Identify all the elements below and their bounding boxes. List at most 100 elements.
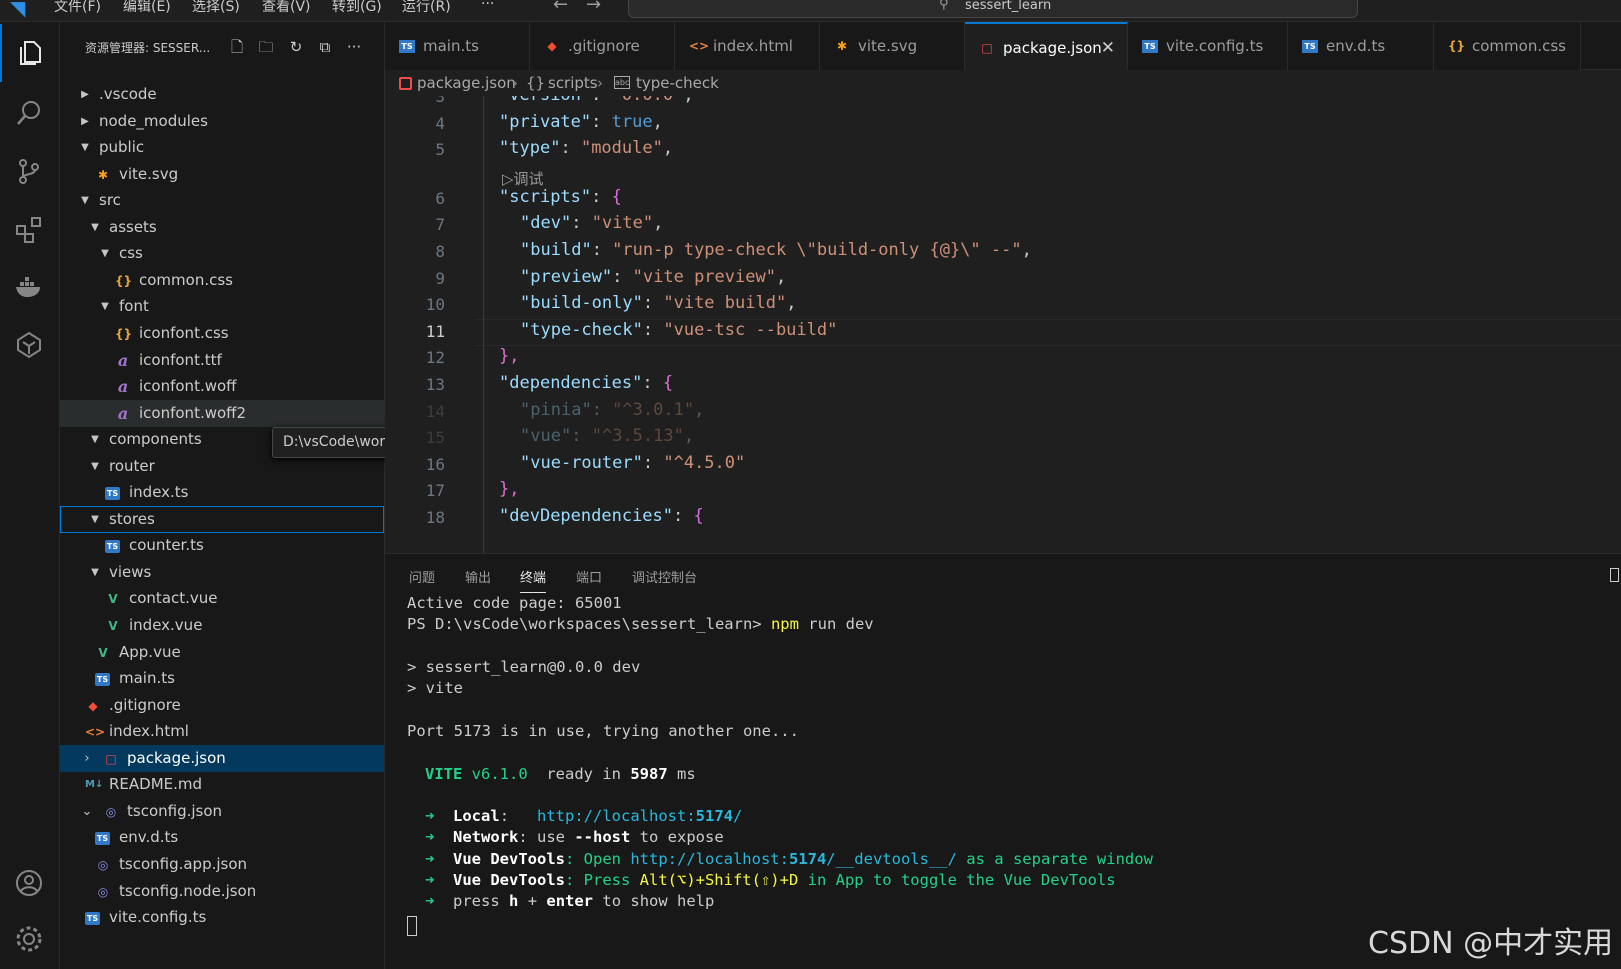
tree-item[interactable]: TS vite.config.ts: [60, 904, 384, 931]
maximize-panel-icon[interactable]: [1610, 568, 1619, 582]
menu-file[interactable]: 文件(F): [54, 0, 101, 16]
tree-item[interactable]: Vindex.vue: [60, 612, 384, 639]
tab-ports[interactable]: 端口: [576, 567, 602, 586]
breadcrumb-section[interactable]: scripts: [548, 70, 598, 96]
tab-debug-console[interactable]: 调试控制台: [632, 567, 697, 586]
more-actions-icon[interactable]: ···: [345, 38, 363, 56]
close-icon[interactable]: ✕: [1101, 24, 1115, 72]
editor-tab[interactable]: ◆ .gitignore: [530, 22, 675, 70]
chevron-down-icon[interactable]: ▼: [78, 134, 92, 161]
manage-button[interactable]: [0, 910, 60, 968]
forward-arrow-icon[interactable]: →: [586, 0, 601, 15]
chevron-down-icon[interactable]: ▼: [78, 187, 92, 214]
command-center-text: sessert_learn: [965, 0, 1052, 13]
menu-view[interactable]: 查看(V): [262, 0, 311, 16]
editor-tab[interactable]: TS vite.config.ts: [1128, 22, 1288, 70]
tree-item-label: README.md: [109, 775, 203, 794]
code-line: "type": "module",: [499, 138, 674, 159]
watermark: CSDN @中才实用: [1368, 926, 1614, 961]
editor-tab[interactable]: TS env.d.ts: [1288, 22, 1434, 70]
search-button[interactable]: [0, 84, 60, 142]
tab-terminal[interactable]: 终端: [520, 567, 547, 593]
tree-item[interactable]: › □ package.json: [60, 744, 384, 772]
tree-item[interactable]: ✱ vite.svg: [60, 161, 384, 188]
extensions-button[interactable]: [0, 200, 60, 258]
new-file-icon[interactable]: 🗋: [228, 38, 246, 56]
tree-item[interactable]: ▼ src: [60, 187, 384, 214]
tree-item[interactable]: TS main.ts: [60, 665, 384, 692]
tree-item[interactable]: V App.vue: [60, 639, 384, 666]
tree-item[interactable]: a iconfont.ttf: [60, 347, 384, 374]
chevron-right-icon[interactable]: ▶: [78, 81, 92, 108]
collapse-all-icon[interactable]: ⧉: [316, 38, 334, 56]
editor-tab[interactable]: <> index.html: [675, 22, 820, 70]
tree-item[interactable]: ▼ views: [60, 559, 384, 586]
tree-item[interactable]: {} common.css: [60, 267, 384, 294]
chevron-down-icon[interactable]: ⌄: [80, 798, 94, 825]
menu-go[interactable]: 转到(G): [332, 0, 382, 16]
source-control-icon: [19, 159, 39, 184]
tab-output[interactable]: 输出: [465, 567, 491, 586]
remote-explorer-button[interactable]: [0, 316, 60, 374]
chevron-down-icon[interactable]: ▼: [88, 506, 102, 533]
tree-item[interactable]: ▶ .vscode: [60, 81, 384, 108]
tree-item[interactable]: a iconfont.woff: [60, 373, 384, 400]
explorer-button[interactable]: [0, 24, 60, 82]
chevron-right-icon[interactable]: ›: [80, 745, 94, 772]
tree-item[interactable]: TS env.d.ts: [60, 824, 384, 851]
tree-item[interactable]: ◎ tsconfig.app.json: [60, 851, 384, 878]
chevron-down-icon[interactable]: ▼: [88, 214, 102, 241]
tree-item-label: css: [119, 244, 143, 263]
breadcrumb-item[interactable]: type-check: [636, 70, 719, 96]
tree-item-label: env.d.ts: [119, 828, 179, 847]
menu-edit[interactable]: 编辑(E): [123, 0, 171, 16]
tree-item[interactable]: Vcontact.vue: [60, 585, 384, 612]
bottom-panel: 问题 输出 终端 端口 调试控制台 Active code page: 6500…: [385, 553, 1621, 969]
line-number: 16: [425, 454, 445, 474]
editor-tab[interactable]: {} common.css: [1434, 22, 1581, 70]
editor-tab[interactable]: □ package.json ✕: [965, 22, 1128, 70]
new-folder-icon[interactable]: 🗀: [257, 38, 275, 56]
back-arrow-icon[interactable]: ←: [553, 0, 568, 15]
chevron-down-icon[interactable]: ▼: [88, 453, 102, 480]
breadcrumb-file[interactable]: package.json: [417, 70, 516, 96]
refresh-icon[interactable]: ↻: [287, 38, 305, 56]
tree-item[interactable]: a iconfont.woff2: [60, 399, 384, 427]
search-icon: ⚲: [939, 0, 949, 12]
menu-run[interactable]: 运行(R): [402, 0, 451, 16]
tab-problems[interactable]: 问题: [409, 567, 435, 586]
tree-item[interactable]: M↓ README.md: [60, 771, 384, 798]
code-line: "devDependencies": {: [499, 506, 704, 526]
chevron-down-icon[interactable]: ▼: [88, 426, 102, 453]
chevron-down-icon[interactable]: ▼: [88, 559, 102, 586]
tree-item[interactable]: <> index.html: [60, 718, 384, 745]
source-control-button[interactable]: [0, 142, 60, 200]
chevron-down-icon[interactable]: ▼: [98, 293, 112, 320]
code-editor[interactable]: 3 "version": "0.0.0", 4 "private": true, 5 "t…: [385, 96, 1621, 553]
tree-item[interactable]: ◆ .gitignore: [60, 692, 384, 719]
tree-item[interactable]: ◎ tsconfig.node.json: [60, 878, 384, 905]
tree-item[interactable]: ▼ font: [60, 293, 384, 320]
tree-item[interactable]: ▼ assets: [60, 214, 384, 241]
docker-button[interactable]: [0, 258, 60, 316]
tree-item[interactable]: ▶ node_modules: [60, 108, 384, 135]
tree-item[interactable]: ▼ public: [60, 134, 384, 161]
editor-tab[interactable]: ✱ vite.svg: [820, 22, 965, 70]
tree-item[interactable]: ▼ css: [60, 240, 384, 267]
tree-item-label: counter.ts: [129, 536, 204, 555]
code-line: "build": "run-p type-check \"build-only …: [520, 240, 1032, 260]
tree-item[interactable]: ⌄ ◎ tsconfig.json: [60, 798, 384, 825]
command-center-search[interactable]: ⚲ sessert_learn: [628, 0, 1358, 18]
accounts-button[interactable]: [0, 854, 60, 912]
chevron-down-icon[interactable]: ▼: [98, 240, 112, 267]
menu-selection[interactable]: 选择(S): [192, 0, 240, 16]
debug-codelens[interactable]: ▷调试: [502, 168, 544, 189]
tree-item[interactable]: TS index.ts: [60, 479, 384, 506]
tree-item[interactable]: {} iconfont.css: [60, 320, 384, 347]
tree-item[interactable]: ▼ stores: [60, 505, 384, 533]
menu-more[interactable]: ···: [481, 0, 494, 12]
tree-item[interactable]: TS counter.ts: [60, 532, 384, 559]
tree-item-label: node_modules: [99, 111, 208, 130]
chevron-right-icon[interactable]: ▶: [78, 108, 92, 135]
editor-tab[interactable]: TS main.ts: [385, 22, 530, 70]
